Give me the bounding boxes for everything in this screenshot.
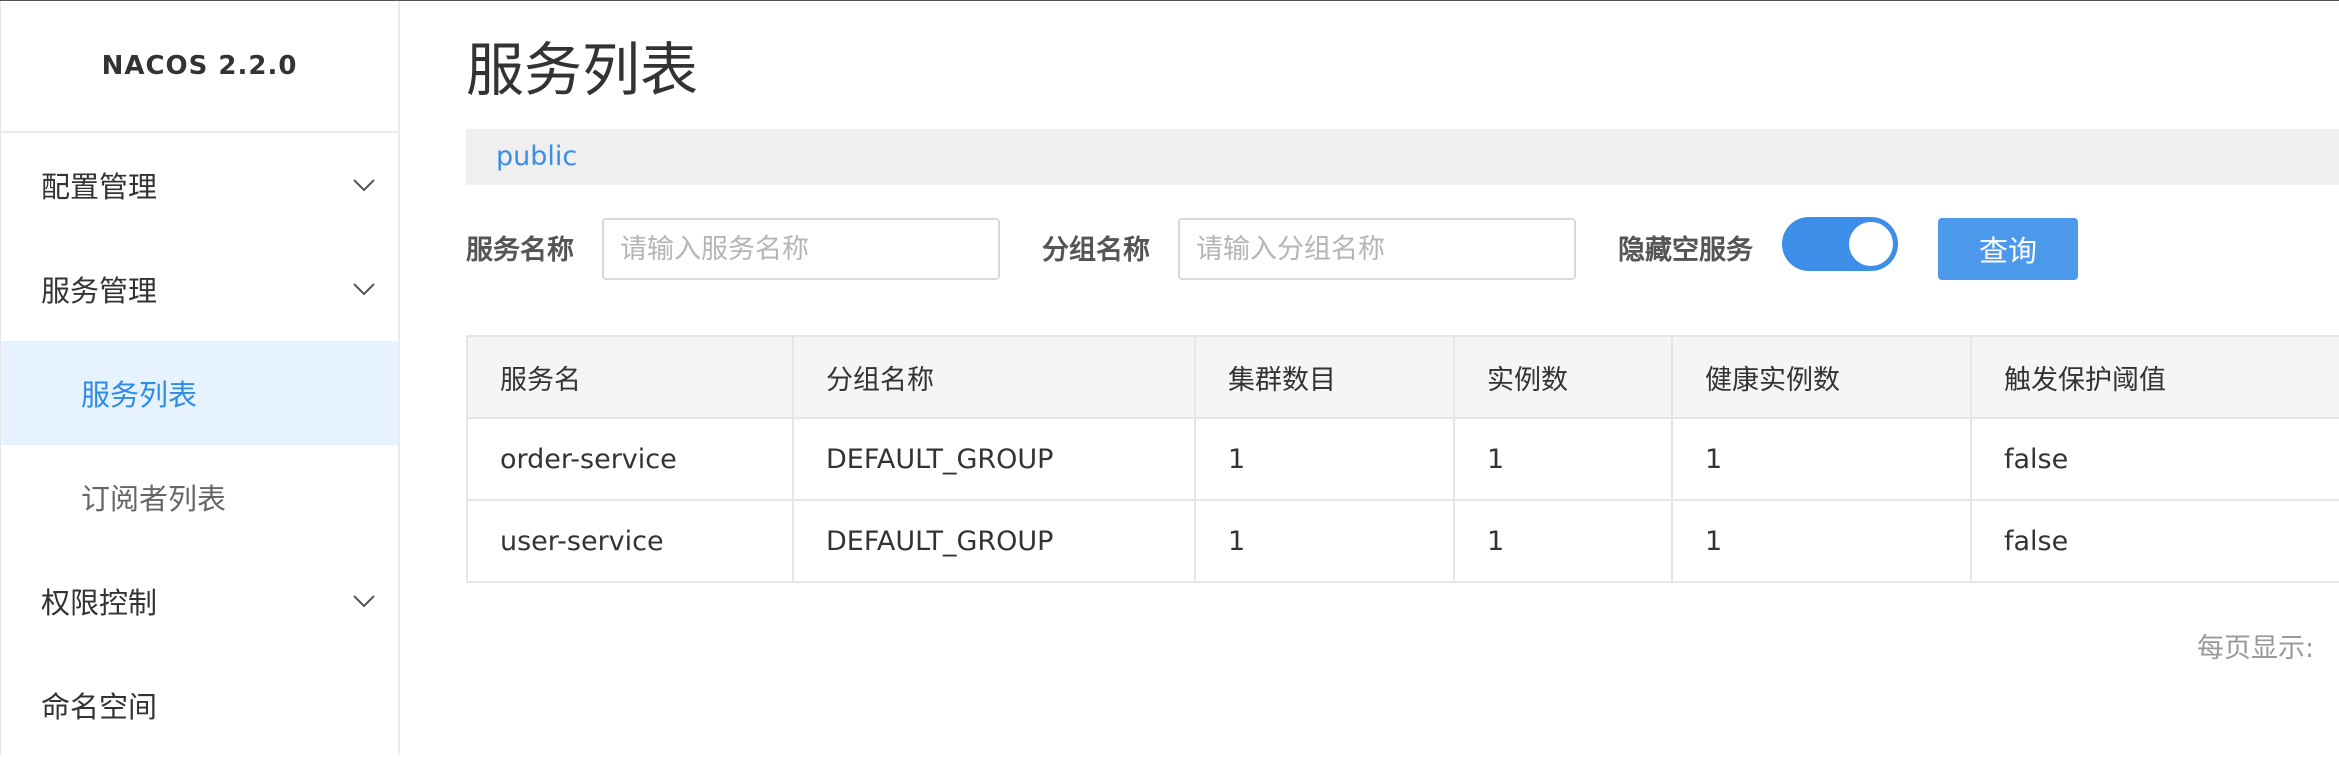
cell-instance-count: 1 [1453,499,1673,583]
column-header-instance-count: 实例数 [1453,335,1673,419]
per-page-label: 每页显示: [2197,633,2315,664]
cell-cluster-count: 1 [1194,499,1455,583]
table-row: user-service DEFAULT_GROUP 1 1 1 false [466,499,2339,583]
hide-empty-label: 隐藏空服务 [1618,235,1753,266]
sidebar-item-namespace[interactable]: 命名空间 [1,653,398,757]
column-header-group-name: 分组名称 [792,335,1196,419]
cell-healthy-instance-count: 1 [1671,417,1972,501]
sidebar-item-config-management[interactable]: 配置管理 [1,133,398,237]
service-name-label: 服务名称 [466,235,574,266]
table-row: order-service DEFAULT_GROUP 1 1 1 false [466,417,2339,501]
brand-logo: NACOS 2.2.0 [1,1,398,133]
group-name-label: 分组名称 [1042,235,1150,266]
sidebar-item-label: 配置管理 [41,170,158,204]
column-header-healthy-instance-count: 健康实例数 [1671,335,1972,419]
hide-empty-toggle[interactable] [1782,217,1898,271]
chevron-down-icon [353,179,375,192]
service-table: 服务名 分组名称 集群数目 实例数 健康实例数 触发保护阈值 order-ser… [466,335,2339,583]
page-title: 服务列表 [466,36,699,104]
toggle-knob [1849,222,1893,266]
cell-group-name: DEFAULT_GROUP [792,417,1196,501]
query-button[interactable]: 查询 [1938,218,2078,280]
sidebar-item-subscriber-list[interactable]: 订阅者列表 [1,445,398,549]
main-content: 服务列表 public 服务名称 分组名称 隐藏空服务 查询 服务名 分组名称 [400,1,2339,755]
cell-protect-threshold: false [1970,499,2339,583]
service-name-input[interactable] [602,218,1000,280]
sidebar-item-label: 权限控制 [41,586,158,620]
sidebar-item-access-control[interactable]: 权限控制 [1,549,398,653]
column-header-protect-threshold: 触发保护阈值 [1970,335,2339,419]
column-header-cluster-count: 集群数目 [1194,335,1455,419]
cell-instance-count: 1 [1453,417,1673,501]
chevron-down-icon [353,595,375,608]
group-name-input[interactable] [1178,218,1576,280]
sidebar-item-label: 服务列表 [81,378,198,412]
namespace-tab-public[interactable]: public [496,129,577,185]
sidebar: NACOS 2.2.0 配置管理 服务管理 服务列表 订阅者列表 权限控制 命名… [0,1,400,755]
cell-protect-threshold: false [1970,417,2339,501]
table-header-row: 服务名 分组名称 集群数目 实例数 健康实例数 触发保护阈值 [466,335,2339,419]
cell-service-name: order-service [466,417,794,501]
column-header-service-name: 服务名 [466,335,794,419]
sidebar-item-label: 订阅者列表 [81,482,227,516]
cell-healthy-instance-count: 1 [1671,499,1972,583]
chevron-down-icon [353,283,375,296]
sidebar-item-label: 服务管理 [41,274,158,308]
namespace-bar: public [466,129,2339,185]
cell-service-name: user-service [466,499,794,583]
sidebar-item-service-management[interactable]: 服务管理 [1,237,398,341]
cell-cluster-count: 1 [1194,417,1455,501]
sidebar-item-service-list[interactable]: 服务列表 [1,341,398,445]
sidebar-item-label: 命名空间 [41,690,158,724]
cell-group-name: DEFAULT_GROUP [792,499,1196,583]
